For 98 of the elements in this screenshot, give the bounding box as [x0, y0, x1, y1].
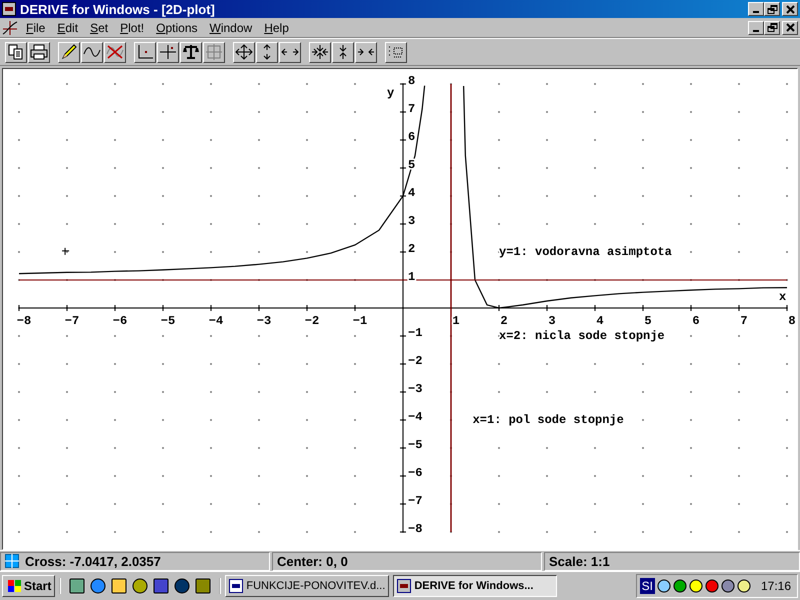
plot-annotation: x=2: nicla sode stopnje: [499, 329, 665, 344]
close-button[interactable]: [782, 20, 798, 34]
four-squares-icon: [6, 578, 22, 592]
status-text: Center: 0, 0: [277, 554, 348, 568]
toolbar-button[interactable]: [58, 42, 80, 62]
close-icon: [784, 4, 796, 14]
x-tick-label: −1: [352, 314, 368, 328]
taskbar-button[interactable]: FUNKCIJE-PONOVITEV.d...: [225, 574, 390, 596]
toolbar-button[interactable]: [134, 42, 156, 62]
crossed-wave-icon: [106, 44, 124, 60]
toolbar-button[interactable]: [81, 42, 103, 62]
x-tick-label: 6: [692, 314, 700, 328]
y-tick-label: −6: [408, 466, 422, 480]
menu-item[interactable]: Edit: [51, 20, 84, 34]
x-axis-label: x: [779, 290, 786, 304]
minimize-button[interactable]: [748, 20, 764, 34]
toolbar-button[interactable]: [5, 42, 27, 62]
x-tick-label: 4: [596, 314, 604, 328]
minimize-icon: [753, 11, 759, 13]
window-title: DERIVE for Windows - [2D-plot]: [20, 2, 216, 16]
y-tick-label: 7: [408, 102, 416, 116]
status-text: Scale: 1:1: [549, 554, 610, 568]
dotted-table-icon: [387, 44, 405, 60]
menu-item[interactable]: Options: [150, 20, 204, 34]
app-icon: [2, 2, 16, 16]
y-tick-label: 6: [408, 130, 416, 144]
x-tick-label: −6: [112, 314, 128, 328]
toolbar-button[interactable]: [332, 42, 354, 62]
minimize-icon: [753, 30, 759, 32]
toolbar-button[interactable]: [309, 42, 331, 62]
taskbar-button[interactable]: DERIVE for Windows...: [393, 574, 558, 596]
restore-button[interactable]: [764, 2, 780, 16]
x-tick-label: 3: [548, 314, 556, 328]
restore-button[interactable]: [764, 20, 780, 34]
y-tick-label: −1: [408, 326, 422, 340]
y-tick-label: 8: [408, 74, 416, 88]
menu-item[interactable]: Help: [258, 20, 295, 34]
close-button[interactable]: [782, 2, 798, 16]
plot-window-icon: [2, 20, 18, 36]
x-tick-label: −3: [256, 314, 272, 328]
start-button[interactable]: Start: [2, 574, 56, 596]
x-tick-label: −2: [304, 314, 320, 328]
app-icon: [397, 578, 412, 592]
restore-icon: [766, 4, 778, 14]
x-tick-label: 7: [740, 314, 748, 328]
x-tick-label: 2: [500, 314, 508, 328]
menu-item[interactable]: Window: [204, 20, 258, 34]
y-tick-label: −3: [408, 382, 422, 396]
toolbar-button[interactable]: [256, 42, 278, 62]
x-tick-label: 5: [644, 314, 652, 328]
x-tick-label: −5: [160, 314, 176, 328]
y-tick-label: −2: [408, 354, 422, 368]
toolbar-button[interactable]: [385, 42, 407, 62]
grid-cross-icon: [205, 44, 223, 60]
corner-axes-icon: [136, 44, 154, 60]
four-arrows-icon: [235, 44, 253, 60]
y-axis-label: y: [387, 86, 394, 100]
pencil-icon: [60, 44, 78, 60]
menu-item[interactable]: Set: [84, 20, 114, 34]
toolbar-button[interactable]: [233, 42, 255, 62]
menu-item[interactable]: Plot!: [114, 20, 150, 34]
toolbar-button[interactable]: [28, 42, 50, 62]
y-tick-label: 4: [408, 186, 416, 200]
wave-icon: [83, 44, 101, 60]
y-tick-label: 2: [408, 242, 416, 256]
clock: 17:16: [760, 578, 791, 592]
y-tick-label: −8: [408, 522, 422, 536]
menu-item[interactable]: File: [20, 20, 52, 34]
x-tick-label: 8: [788, 314, 796, 328]
language-indicator[interactable]: SI: [640, 578, 655, 594]
restore-icon: [766, 22, 778, 33]
inward-arrows-icon: [311, 44, 329, 60]
plot-annotation: y=1: vodoravna asimptota: [499, 245, 672, 260]
minimize-button[interactable]: [748, 2, 764, 16]
y-tick-label: −5: [408, 438, 422, 452]
plot-annotation: x=1: pol sode stopnje: [472, 413, 624, 428]
status-text: Cross: -7.0417, 2.0357: [25, 554, 161, 568]
y-tick-label: −4: [408, 410, 422, 424]
grid-icon: [5, 554, 19, 568]
toolbar-button[interactable]: [203, 42, 225, 62]
x-tick-label: −7: [64, 314, 80, 328]
toolbar-button[interactable]: [180, 42, 202, 62]
toolbar-button[interactable]: [355, 42, 377, 62]
toolbar-button[interactable]: [279, 42, 301, 62]
app-icon: [229, 578, 244, 592]
x-tick-label: −4: [208, 314, 224, 328]
close-icon: [784, 22, 796, 33]
toolbar-button[interactable]: [157, 42, 179, 62]
crosshair-cursor: [62, 247, 70, 256]
x-tick-label: 1: [452, 314, 460, 328]
copy-icon: [7, 44, 25, 60]
y-tick-label: 3: [408, 214, 416, 228]
y-tick-label: −7: [408, 494, 422, 508]
toolbar-button[interactable]: [104, 42, 126, 62]
cross-axes-icon: [159, 44, 177, 60]
x-tick-label: −8: [16, 314, 32, 328]
print-icon: [30, 44, 48, 60]
scale-icon: [182, 44, 200, 60]
